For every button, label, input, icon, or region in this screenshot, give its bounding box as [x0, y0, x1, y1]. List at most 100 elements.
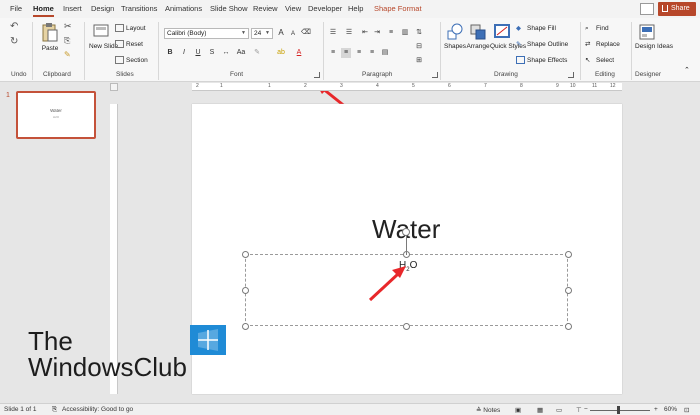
increase-font-size-icon[interactable]: A — [276, 28, 286, 38]
distributed-icon[interactable]: ▤ — [380, 48, 390, 58]
fit-to-window-icon[interactable]: ⊡ — [684, 406, 689, 414]
group-label-drawing: Drawing — [494, 71, 518, 78]
change-case-icon[interactable]: Aa — [236, 48, 246, 58]
smartart-icon[interactable]: ⊞ — [414, 56, 424, 66]
collapse-ribbon-icon[interactable]: ⌃ — [684, 66, 690, 75]
reset-icon — [115, 40, 124, 49]
align-text-icon[interactable]: ⊟ — [414, 42, 424, 52]
comments-icon[interactable] — [640, 3, 654, 15]
tab-file[interactable]: File — [10, 3, 22, 17]
shapes-button[interactable]: Shapes — [444, 23, 466, 51]
replace-button[interactable]: ⇄ Replace — [585, 40, 620, 49]
tab-help[interactable]: Help — [348, 3, 363, 17]
font-color-icon[interactable]: A — [294, 48, 304, 58]
group-separator — [84, 22, 85, 80]
shape-fill-button[interactable]: ◆ Shape Fill — [516, 24, 556, 33]
slide-canvas[interactable]: Water H2O — [192, 104, 622, 394]
decrease-font-size-icon[interactable]: A — [288, 29, 298, 39]
highlighter-icon[interactable]: ab — [276, 48, 286, 58]
tab-insert[interactable]: Insert — [63, 3, 82, 17]
character-spacing-icon[interactable]: ↔ — [221, 48, 231, 58]
layout-button[interactable]: Layout — [115, 24, 146, 33]
tab-review[interactable]: Review — [253, 3, 278, 17]
font-name-dropdown[interactable]: Calibri (Body) ▼ — [164, 28, 249, 39]
undo-icon[interactable]: ↶ — [10, 22, 18, 32]
decrease-indent-icon[interactable]: ⇤ — [360, 28, 370, 38]
normal-view-icon[interactable]: ▣ — [515, 406, 521, 414]
zoom-level[interactable]: 60% — [664, 406, 677, 413]
shape-outline-button[interactable]: ✎ Shape Outline — [516, 40, 568, 49]
zoom-out-icon[interactable]: − — [584, 406, 588, 413]
paste-button[interactable]: Paste — [38, 23, 62, 53]
align-right-icon[interactable]: ≡ — [354, 48, 364, 58]
tab-animations[interactable]: Animations — [165, 3, 202, 17]
line-spacing-icon[interactable]: ≡ — [386, 28, 396, 38]
zoom-in-icon[interactable]: + — [654, 406, 658, 413]
cut-icon[interactable]: ✂ — [64, 22, 72, 31]
align-center-icon[interactable]: ≡ — [341, 48, 351, 58]
justify-icon[interactable]: ≡ — [367, 48, 377, 58]
ruler-corner[interactable] — [110, 83, 118, 91]
resize-handle[interactable] — [403, 323, 410, 330]
section-button[interactable]: Section — [115, 56, 148, 65]
chevron-down-icon: ▼ — [241, 30, 246, 36]
strikethrough-icon[interactable]: S — [207, 48, 217, 58]
tab-slide-show[interactable]: Slide Show — [210, 3, 248, 17]
numbering-icon[interactable]: ☰ — [344, 28, 354, 38]
align-left-icon[interactable]: ≡ — [328, 48, 338, 58]
spelling-icon[interactable]: ⎘ — [52, 406, 57, 414]
horizontal-ruler[interactable]: 2 1 1 2 3 4 5 6 7 8 9 10 11 12 — [192, 83, 622, 91]
share-button[interactable]: Share — [658, 2, 696, 16]
redo-icon[interactable]: ↻ — [10, 37, 18, 47]
new-slide-label: New Slide — [89, 43, 119, 50]
format-painter-icon[interactable]: ✎ — [64, 50, 71, 59]
clear-formatting-icon[interactable]: ⌫ — [301, 28, 311, 38]
font-size-dropdown[interactable]: 24 ▼ — [251, 28, 273, 39]
arrange-button[interactable]: Arrange — [466, 23, 490, 51]
zoom-slider-knob[interactable] — [617, 406, 620, 414]
quick-styles-button[interactable]: Quick Styles — [490, 23, 526, 51]
find-button[interactable]: ⌕ Find — [585, 24, 609, 33]
shape-effects-button[interactable]: Shape Effects — [516, 56, 567, 65]
tab-design[interactable]: Design — [91, 3, 114, 17]
slideshow-view-icon[interactable]: ⊤ — [576, 406, 582, 414]
zoom-slider-track[interactable] — [590, 410, 650, 411]
resize-handle[interactable] — [242, 251, 249, 258]
select-button[interactable]: ↖ Select — [585, 56, 614, 65]
design-ideas-button[interactable]: Design Ideas — [635, 23, 673, 51]
ruler-tick: 4 — [376, 83, 379, 89]
tab-shape-format[interactable]: Shape Format — [374, 3, 422, 17]
highlight-icon[interactable]: ✎ — [252, 48, 262, 58]
text-direction-icon[interactable]: ⇅ — [414, 28, 424, 38]
group-separator — [580, 22, 581, 80]
slide-sorter-icon[interactable]: ▦ — [537, 406, 543, 414]
rotation-handle[interactable] — [402, 228, 410, 236]
vertical-ruler[interactable] — [110, 104, 118, 394]
font-dialog-launcher-icon[interactable] — [314, 72, 320, 78]
resize-handle[interactable] — [565, 323, 572, 330]
slide-thumbnail[interactable]: Water H2O — [16, 91, 96, 139]
columns-icon[interactable]: ▥ — [400, 28, 410, 38]
resize-handle[interactable] — [565, 251, 572, 258]
tab-home[interactable]: Home — [33, 3, 54, 17]
copy-icon[interactable]: ⎘ — [64, 36, 70, 45]
bullets-icon[interactable]: ☰ — [328, 28, 338, 38]
increase-indent-icon[interactable]: ⇥ — [372, 28, 382, 38]
tab-transitions[interactable]: Transitions — [121, 3, 157, 17]
resize-handle[interactable] — [242, 323, 249, 330]
notes-button[interactable]: ≙ Notes — [476, 406, 500, 414]
new-slide-button[interactable]: New Slide — [89, 23, 118, 51]
tab-view[interactable]: View — [285, 3, 301, 17]
resize-handle[interactable] — [565, 287, 572, 294]
tab-developer[interactable]: Developer — [308, 3, 342, 17]
underline-icon[interactable]: U — [193, 48, 203, 58]
reading-view-icon[interactable]: ▭ — [556, 406, 562, 414]
resize-handle[interactable] — [242, 287, 249, 294]
reset-button[interactable]: Reset — [115, 40, 143, 49]
paragraph-dialog-launcher-icon[interactable] — [432, 72, 438, 78]
italic-icon[interactable]: I — [179, 48, 189, 58]
accessibility-status[interactable]: Accessibility: Good to go — [62, 406, 133, 413]
group-label-paragraph: Paragraph — [362, 71, 393, 78]
bold-icon[interactable]: B — [165, 48, 175, 58]
drawing-dialog-launcher-icon[interactable] — [568, 72, 574, 78]
